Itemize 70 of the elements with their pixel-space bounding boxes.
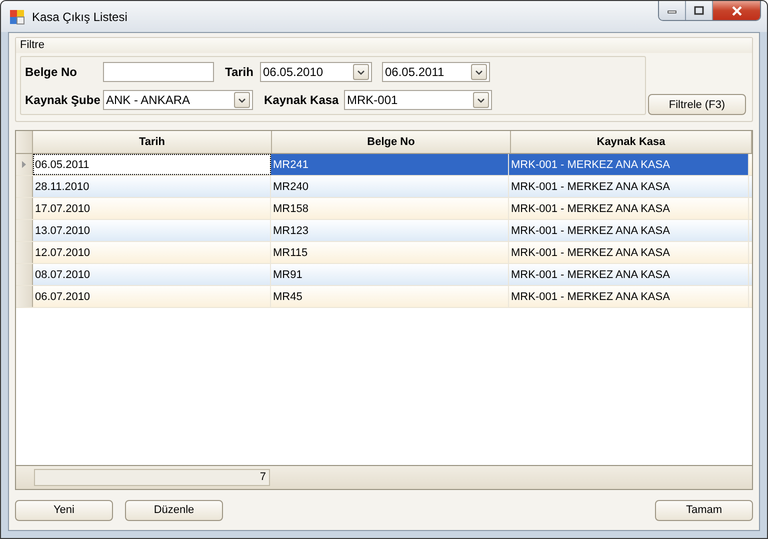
action-button[interactable]: Yeni [15, 500, 113, 520]
table-row[interactable]: 17.07.2010 MR158 MRK-001 - MERKEZ ANA KASA [16, 198, 752, 220]
dropdown[interactable]: MRK-001 [344, 90, 492, 110]
table-cell: MRK-001 - MERKEZ ANA KASA [509, 198, 749, 219]
action-button[interactable]: Düzenle [125, 500, 223, 520]
table-cell: MRK-001 - MERKEZ ANA KASA [509, 286, 749, 307]
filter-button[interactable]: Filtrele (F3) [648, 94, 746, 115]
row-header[interactable] [16, 220, 33, 241]
table-cell: MRK-001 - MERKEZ ANA KASA [509, 154, 749, 175]
row-header[interactable] [16, 198, 33, 219]
row-header[interactable] [16, 154, 33, 175]
table-cell: 17.07.2010 [33, 198, 271, 219]
table-row[interactable]: 06.05.2011 MR241 MRK-001 - MERKEZ ANA KASA [16, 154, 752, 176]
table-cell: MRK-001 - MERKEZ ANA KASA [509, 220, 749, 241]
table-cell: 06.07.2010 [33, 286, 271, 307]
current-row-icon [22, 161, 26, 168]
field-label: Kaynak Kasa [264, 93, 340, 107]
table-cell: MRK-001 - MERKEZ ANA KASA [509, 264, 749, 285]
input-field[interactable] [103, 62, 214, 82]
row-header[interactable] [16, 264, 33, 285]
table-cell: MR45 [271, 286, 509, 307]
minimize-button[interactable] [659, 1, 686, 20]
action-button[interactable]: Tamam [655, 500, 753, 520]
table-cell: 12.07.2010 [33, 242, 271, 263]
chevron-down-icon [477, 98, 485, 102]
table-cell: MR158 [271, 198, 509, 219]
window-title: Kasa Çıkış Listesi [32, 10, 128, 24]
table-cell: MRK-001 - MERKEZ ANA KASA [509, 242, 749, 263]
dropdown-button[interactable] [473, 92, 489, 108]
table-cell: MR91 [271, 264, 509, 285]
close-button[interactable] [713, 1, 760, 20]
table-cell: MR240 [271, 176, 509, 197]
table-cell: 28.11.2010 [33, 176, 271, 197]
app-icon [9, 8, 25, 24]
minimize-icon [667, 8, 677, 14]
dropdown-button[interactable] [234, 92, 250, 108]
row-header[interactable] [16, 242, 33, 263]
table-cell: 08.07.2010 [33, 264, 271, 285]
table-cell: MR123 [271, 220, 509, 241]
field-label: Kaynak Şube [25, 93, 102, 107]
table-row[interactable]: 13.07.2010 MR123 MRK-001 - MERKEZ ANA KASA [16, 220, 752, 242]
dropdown-button[interactable] [353, 64, 369, 80]
table-cell: MR241 [271, 154, 509, 175]
dropdown[interactable]: ANK - ANKARA [103, 90, 253, 110]
table-cell: 06.05.2011 [33, 154, 271, 175]
date-picker[interactable]: 06.05.2010 [260, 62, 372, 82]
close-icon [730, 6, 742, 16]
chevron-down-icon [357, 70, 365, 74]
field-label: Tarih [225, 65, 254, 79]
chevron-down-icon [238, 98, 246, 102]
maximize-button[interactable] [686, 1, 713, 20]
table-row[interactable]: 12.07.2010 MR115 MRK-001 - MERKEZ ANA KASA [16, 242, 752, 264]
table-cell: MR115 [271, 242, 509, 263]
column-header[interactable]: Kaynak Kasa [511, 131, 752, 153]
dropdown-button[interactable] [471, 64, 487, 80]
date-picker[interactable]: 06.05.2011 [382, 62, 490, 82]
table-row[interactable]: 28.11.2010 MR240 MRK-001 - MERKEZ ANA KASA [16, 176, 752, 198]
row-header[interactable] [16, 286, 33, 307]
table-row[interactable]: 08.07.2010 MR91 MRK-001 - MERKEZ ANA KASA [16, 264, 752, 286]
chevron-down-icon [475, 70, 483, 74]
column-header[interactable]: Tarih [33, 131, 272, 153]
field-label: Belge No [25, 65, 78, 79]
row-count: 7 [34, 469, 270, 486]
maximize-icon [694, 6, 704, 15]
column-header[interactable]: Belge No [272, 131, 511, 153]
table-row[interactable]: 06.07.2010 MR45 MRK-001 - MERKEZ ANA KASA [16, 286, 752, 308]
table-cell: MRK-001 - MERKEZ ANA KASA [509, 176, 749, 197]
panel-title: Filtre [20, 39, 44, 51]
table-cell: 13.07.2010 [33, 220, 271, 241]
row-header[interactable] [16, 176, 33, 197]
